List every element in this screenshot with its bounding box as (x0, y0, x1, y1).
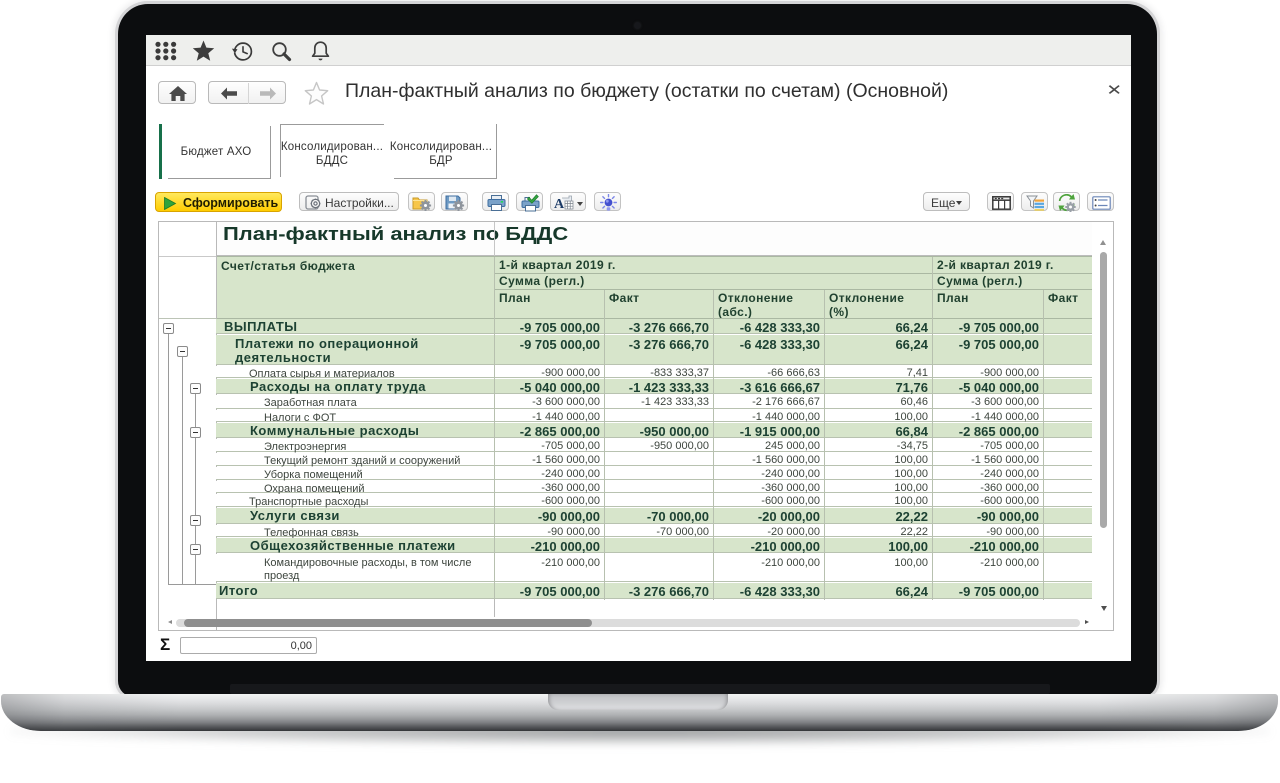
svg-text:A: A (554, 197, 565, 211)
